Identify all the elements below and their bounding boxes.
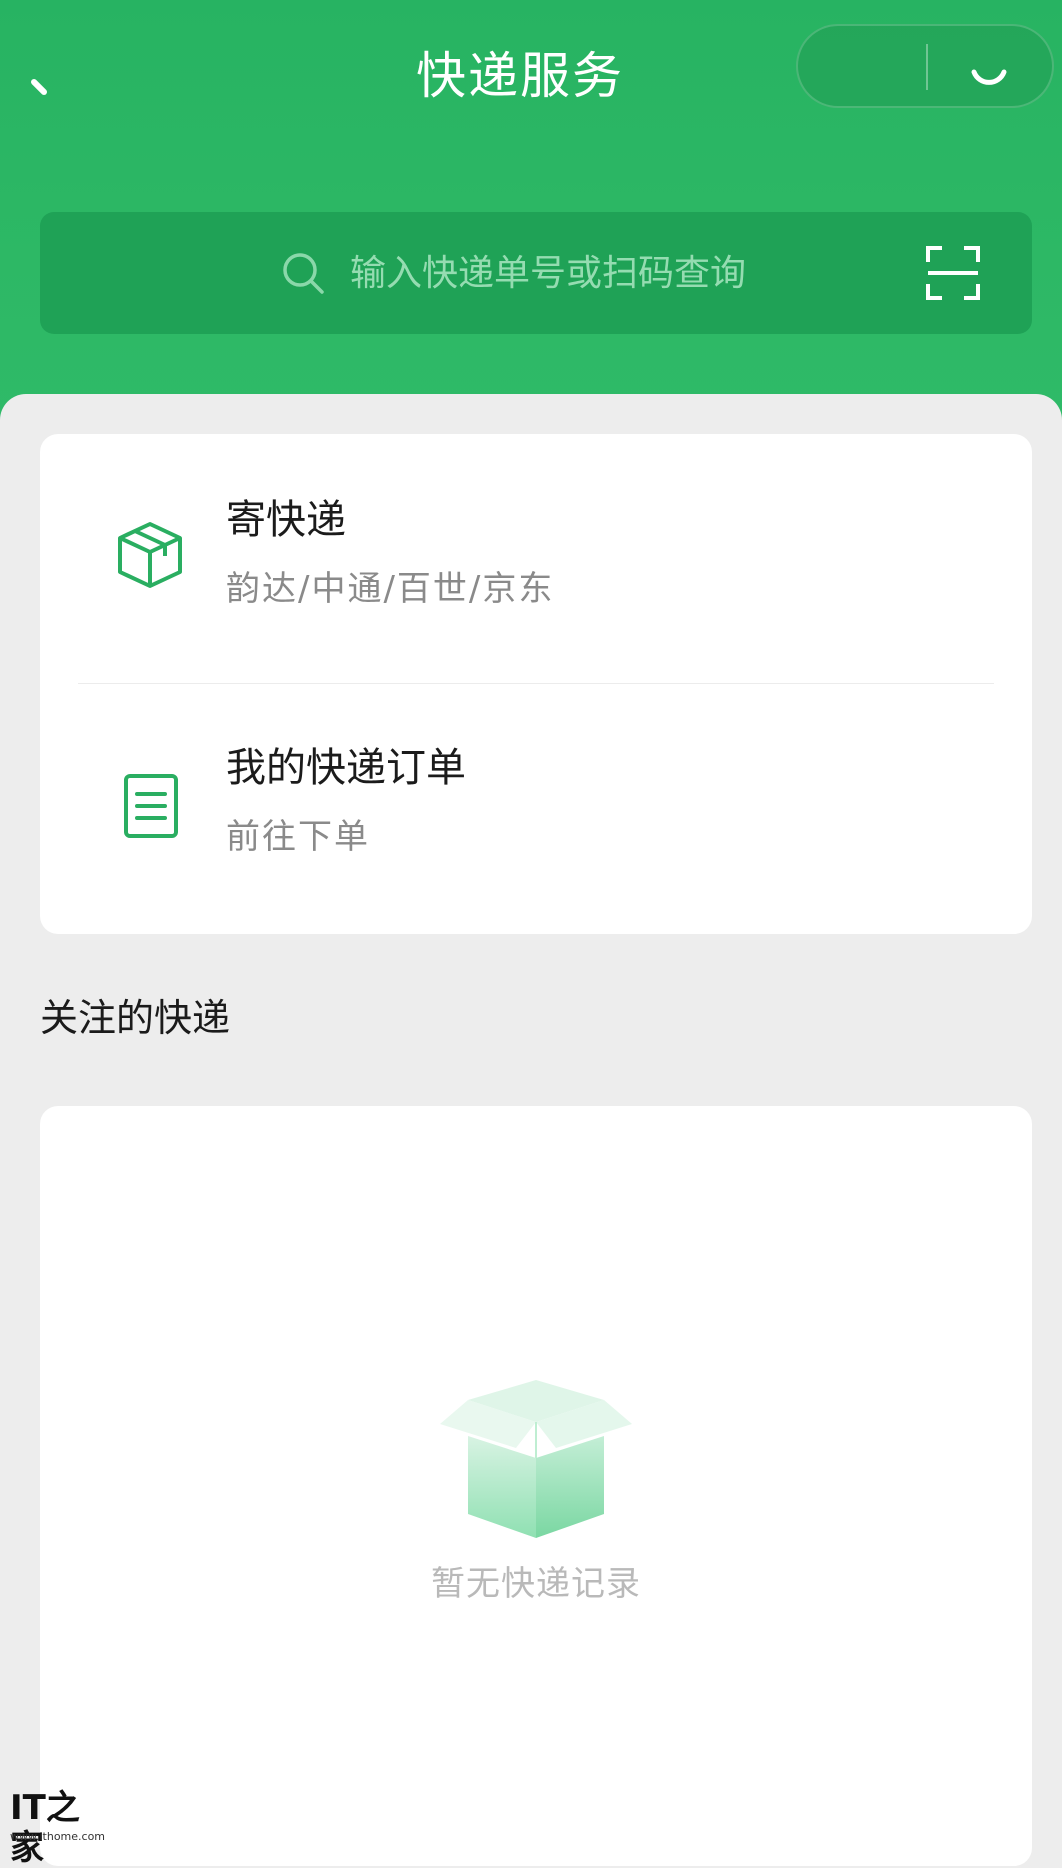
more-button[interactable]: [798, 26, 924, 106]
watermark: IT之家 www.ithome.com: [10, 1788, 105, 1868]
order-document-icon: [124, 774, 178, 838]
my-orders-item[interactable]: 我的快递订单 前往下单: [40, 684, 1032, 932]
close-button[interactable]: [930, 26, 1052, 106]
close-icon: [971, 69, 1007, 85]
search-input[interactable]: [350, 242, 820, 304]
watermark-url: www.ithome.com: [10, 1830, 106, 1843]
capsule-divider: [926, 44, 928, 90]
package-box-icon: [118, 522, 182, 588]
empty-state-text: 暂无快递记录: [431, 1564, 641, 1604]
mini-program-capsule: [796, 24, 1054, 108]
my-orders-title: 我的快递订单: [226, 745, 466, 791]
send-express-item[interactable]: 寄快递 韵达/中通/百世/京东: [40, 434, 1032, 682]
content-area: 寄快递 韵达/中通/百世/京东 我的快递订单 前往下单 关注的快递 暂无快递记录: [0, 394, 1062, 1866]
scan-icon[interactable]: [926, 246, 980, 300]
my-orders-subtitle: 前往下单: [226, 817, 370, 857]
watermark-logo: IT之家: [10, 1788, 80, 1868]
empty-box-icon: [440, 1380, 632, 1538]
search-bar[interactable]: [40, 212, 1032, 334]
header: 快递服务: [0, 0, 1062, 430]
followed-section-title: 关注的快递: [40, 996, 231, 1040]
search-icon: [283, 253, 324, 294]
followed-express-card: 暂无快递记录: [40, 1106, 1032, 1866]
service-card: 寄快递 韵达/中通/百世/京东 我的快递订单 前往下单: [40, 434, 1032, 934]
send-express-subtitle: 韵达/中通/百世/京东: [226, 569, 555, 609]
send-express-title: 寄快递: [226, 497, 346, 543]
